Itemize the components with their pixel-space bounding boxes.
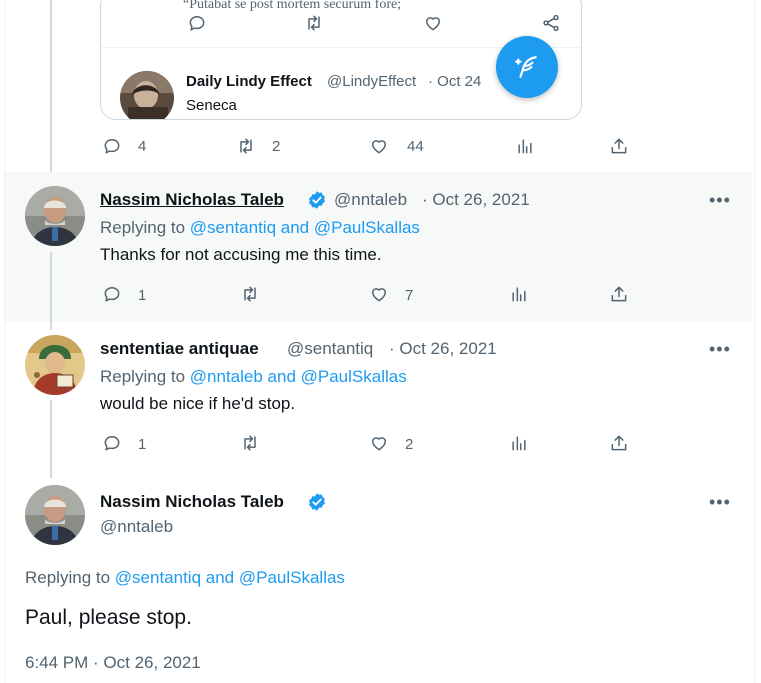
replying-to: Replying to @nntaleb and @PaulSkallas xyxy=(100,367,407,387)
avatar[interactable] xyxy=(25,485,85,545)
like-icon[interactable] xyxy=(423,13,443,33)
share-icon[interactable] xyxy=(609,433,629,453)
nested-author-handle[interactable]: @LindyEffect xyxy=(327,73,416,90)
author-handle[interactable]: @sentantiq xyxy=(287,339,373,359)
quoted-text-partial: “Putabat se post mortem securum fore; xyxy=(183,0,402,12)
retweet-count: 2 xyxy=(272,138,281,155)
thread-line xyxy=(50,252,52,330)
replying-handles-link[interactable]: @sentantiq and @PaulSkallas xyxy=(190,218,420,237)
more-options-icon[interactable]: ••• xyxy=(709,492,731,513)
like-icon[interactable] xyxy=(369,284,389,304)
like-icon[interactable] xyxy=(369,433,389,453)
like-count: 44 xyxy=(407,138,424,155)
replying-handles-link[interactable]: @sentantiq and @PaulSkallas xyxy=(115,568,345,587)
lindy-avatar[interactable] xyxy=(120,71,174,119)
views-icon[interactable] xyxy=(509,284,529,304)
more-options-icon[interactable]: ••• xyxy=(709,190,731,211)
replying-handles-link[interactable]: @nntaleb and @PaulSkallas xyxy=(190,367,407,386)
reply-icon[interactable] xyxy=(102,284,122,304)
verified-badge-icon xyxy=(309,191,325,209)
more-options-icon[interactable]: ••• xyxy=(709,339,731,360)
tweet-text: Paul, please stop. xyxy=(25,606,192,629)
share-icon[interactable] xyxy=(541,13,561,33)
replying-prefix: Replying to xyxy=(25,568,115,587)
like-count: 2 xyxy=(405,436,414,453)
reply-icon[interactable] xyxy=(102,136,122,156)
thread-line xyxy=(50,0,52,182)
reply-icon[interactable] xyxy=(187,13,207,33)
author-handle[interactable]: @nntaleb xyxy=(100,517,173,537)
nested-text: Seneca xyxy=(186,97,237,114)
tweet-text: Thanks for not accusing me this time. xyxy=(100,245,382,264)
nested-author-name[interactable]: Daily Lindy Effect xyxy=(186,73,312,90)
author-handle[interactable]: @nntaleb xyxy=(334,190,407,210)
like-icon[interactable] xyxy=(369,136,389,156)
reply-count: 1 xyxy=(138,436,147,453)
avatar[interactable] xyxy=(25,186,85,246)
retweet-icon[interactable] xyxy=(240,284,260,304)
thread-line xyxy=(50,400,52,478)
views-icon[interactable] xyxy=(509,433,529,453)
replying-prefix: Replying to xyxy=(100,218,190,237)
like-count: 7 xyxy=(405,287,414,304)
tweet-timestamp[interactable]: 6:44 PM · Oct 26, 2021 xyxy=(25,653,201,673)
author-name[interactable]: Nassim Nicholas Taleb xyxy=(100,190,284,210)
retweet-icon[interactable] xyxy=(240,433,260,453)
replying-to: Replying to @sentantiq and @PaulSkallas xyxy=(25,568,345,588)
retweet-icon[interactable] xyxy=(236,136,256,156)
author-name[interactable]: sententiae antiquae xyxy=(100,339,259,359)
replying-to: Replying to @sentantiq and @PaulSkallas xyxy=(100,218,420,238)
views-icon[interactable] xyxy=(515,136,535,156)
tweet-text: would be nice if he'd stop. xyxy=(100,394,296,413)
retweet-icon[interactable] xyxy=(304,13,324,33)
reply-count: 4 xyxy=(138,138,147,155)
share-icon[interactable] xyxy=(609,136,629,156)
reply-count: 1 xyxy=(138,287,147,304)
nested-date[interactable]: · Oct 24 xyxy=(428,73,481,90)
tweet-date[interactable]: · Oct 26, 2021 xyxy=(422,190,530,210)
tweet-date[interactable]: · Oct 26, 2021 xyxy=(389,339,497,359)
share-icon[interactable] xyxy=(609,284,629,304)
author-name[interactable]: Nassim Nicholas Taleb xyxy=(100,492,284,512)
replying-prefix: Replying to xyxy=(100,367,190,386)
reply-icon[interactable] xyxy=(102,433,122,453)
feather-icon xyxy=(515,56,537,78)
avatar[interactable] xyxy=(25,335,85,395)
verified-badge-icon xyxy=(309,493,325,511)
compose-tweet-button[interactable] xyxy=(496,36,558,98)
